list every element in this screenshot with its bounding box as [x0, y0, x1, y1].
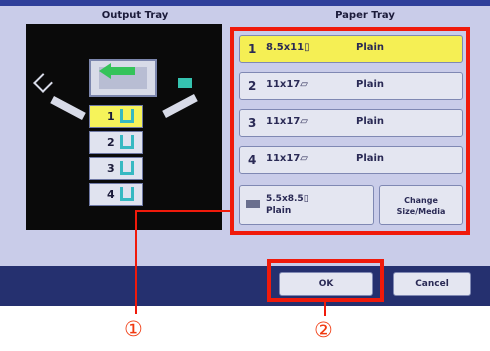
paper-tray-highlight: [230, 27, 470, 235]
bin-number: 1: [107, 110, 115, 123]
callout-line-2: [324, 302, 326, 316]
output-bin-1[interactable]: 1: [89, 105, 143, 128]
paper-tray-header: Paper Tray: [335, 10, 395, 21]
output-tray-header: Output Tray: [101, 10, 169, 21]
marker-2: ②: [314, 318, 333, 342]
ok-button-highlight: [267, 259, 384, 302]
arrow-shaft-icon: [111, 67, 135, 75]
right-output-icon: [178, 78, 192, 88]
marker-1: ①: [124, 317, 143, 341]
bin-cup-icon: [120, 109, 134, 123]
callout-line-1-horizontal: [135, 210, 231, 212]
bin-cup-icon: [120, 161, 134, 175]
output-bin-4[interactable]: 4: [89, 183, 143, 206]
cancel-button[interactable]: Cancel: [393, 272, 471, 296]
bin-cup-icon: [120, 135, 134, 149]
bin-number: 3: [107, 162, 115, 175]
bin-number: 4: [107, 188, 115, 201]
top-output-button[interactable]: [89, 59, 157, 97]
callout-line-1-vertical: [135, 210, 137, 314]
bin-number: 2: [107, 136, 115, 149]
arrow-left-icon: [99, 63, 111, 79]
tray-selection-screen: Output Tray Paper Tray 1 2 3 4 1 8.5x11▯…: [0, 0, 490, 306]
top-bar: [0, 0, 490, 6]
bin-cup-icon: [120, 187, 134, 201]
output-bin-3[interactable]: 3: [89, 157, 143, 180]
output-bin-2[interactable]: 2: [89, 131, 143, 154]
